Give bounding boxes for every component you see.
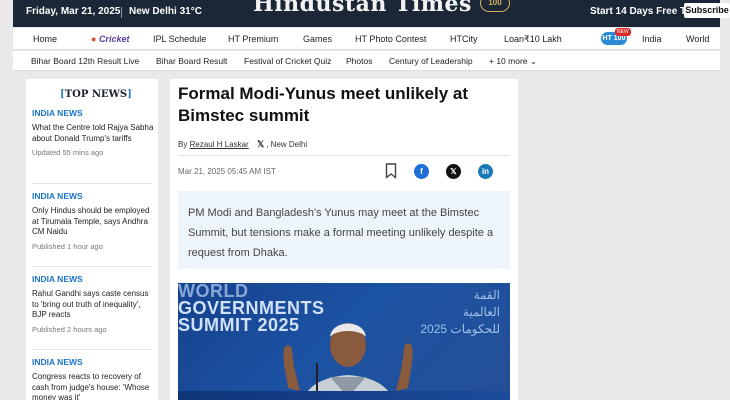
current-date: Friday, Mar 21, 2025	[26, 6, 121, 17]
subnav-item-bihar-result[interactable]: Bihar Board Result	[156, 56, 227, 66]
cricket-logo-icon: ●	[91, 34, 99, 44]
site-logo[interactable]: Hindustan Times	[253, 0, 472, 17]
subnav-item-century-leadership[interactable]: Century of Leadership	[389, 56, 473, 66]
nav-item-ht-premium[interactable]: HT Premium	[228, 34, 278, 44]
weather-readout: New Delhi 31°C	[129, 6, 202, 17]
nav-item-htcity[interactable]: HTCity	[450, 34, 478, 44]
news-category[interactable]: INDIA NEWS	[32, 191, 154, 201]
news-timestamp: Updated 55 mins ago	[32, 148, 104, 157]
news-timestamp: Published 1 hour ago	[32, 241, 103, 251]
facebook-share-icon[interactable]: f	[414, 164, 429, 179]
news-timestamp: Published 2 hours ago	[32, 324, 107, 334]
top-news-heading-text: TOP NEWS	[64, 89, 128, 100]
photo-arabic-text: القمة العالمية 2025 للحكومات	[420, 287, 500, 338]
news-headline[interactable]: Rahul Gandhi says caste census to 'bring…	[32, 289, 154, 321]
divider	[32, 349, 152, 350]
top-news-heading: [TOP NEWS]	[60, 89, 132, 100]
photo-stage	[178, 391, 510, 400]
divider	[121, 7, 122, 18]
nav-item-games[interactable]: Games	[303, 34, 332, 44]
news-headline[interactable]: Congress reacts to recovery of cash from…	[32, 372, 154, 400]
more-label: + 10 more	[489, 56, 528, 66]
subnav-item-photos[interactable]: Photos	[346, 56, 372, 66]
bookmark-icon[interactable]	[385, 163, 397, 179]
list-item[interactable]: INDIA NEWS Rahul Gandhi says caste censu…	[32, 274, 154, 334]
divider	[32, 266, 152, 267]
photo-arabic-line: 2025 للحكومات	[420, 322, 500, 336]
top-news-panel: [TOP NEWS] INDIA NEWS What the Centre to…	[26, 79, 158, 400]
article-title: Formal Modi-Yunus meet unlikely at Bimst…	[178, 84, 468, 125]
news-headline[interactable]: What the Centre told Rajya Sabha about D…	[32, 123, 154, 144]
sub-nav: Bihar Board 12th Result Live Bihar Board…	[13, 51, 720, 71]
nav-item-cricket-label: Cricket	[98, 34, 130, 44]
by-label: By	[178, 140, 188, 149]
new-badge: NEW	[615, 28, 631, 36]
article-summary: PM Modi and Bangladesh's Yunus may meet …	[178, 191, 510, 269]
list-item[interactable]: INDIA NEWS What the Centre told Rajya Sa…	[32, 108, 154, 157]
divider	[178, 155, 510, 156]
nav-item-cricket[interactable]: ● Cricket	[91, 34, 129, 44]
news-category[interactable]: INDIA NEWS	[32, 274, 154, 284]
news-headline[interactable]: Only Hindus should be employed at Tiruma…	[32, 206, 154, 238]
x-share-icon[interactable]: 𝕏	[446, 164, 461, 179]
subnav-item-bihar-12th-live[interactable]: Bihar Board 12th Result Live	[31, 56, 139, 66]
divider	[32, 183, 152, 184]
article-photo: WORLD GOVERNMENTS SUMMIT 2025 القمة العا…	[178, 283, 510, 400]
subnav-item-cricket-quiz[interactable]: Festival of Cricket Quiz	[244, 56, 331, 66]
nav-item-loan[interactable]: Loan₹10 Lakh	[504, 34, 562, 45]
logo-anniversary-badge: 100	[480, 0, 510, 12]
main-nav: Home ● Cricket IPL Schedule HT Premium G…	[13, 28, 720, 50]
x-icon[interactable]: 𝕏	[257, 139, 264, 150]
photo-arabic-line: العالمية	[462, 305, 500, 319]
subscribe-button[interactable]: Subscribe	[684, 3, 730, 18]
byline: By Rezaul H Laskar 𝕏, New Delhi	[178, 139, 307, 150]
nav-item-home[interactable]: Home	[33, 34, 57, 44]
top-bar: Friday, Mar 21, 2025 New Delhi 31°C Hind…	[13, 0, 730, 27]
photo-arabic-line: القمة	[473, 288, 500, 302]
nav-item-ipl-schedule[interactable]: IPL Schedule	[153, 34, 206, 44]
linkedin-share-icon[interactable]: in	[478, 164, 493, 179]
subnav-more-button[interactable]: + 10 more ⌄	[489, 56, 537, 67]
article-datetime: Mar 21, 2025 05:45 AM IST	[178, 167, 276, 176]
speaker-figure	[283, 323, 413, 400]
author-link[interactable]: Rezaul H Laskar	[190, 140, 249, 149]
news-category[interactable]: INDIA NEWS	[32, 108, 154, 118]
list-item[interactable]: INDIA NEWS Only Hindus should be employe…	[32, 191, 154, 251]
article-card: Formal Modi-Yunus meet unlikely at Bimst…	[170, 79, 518, 400]
chevron-down-icon: ⌄	[529, 56, 538, 66]
nav-item-ht-photo-contest[interactable]: HT Photo Contest	[355, 34, 426, 44]
news-category[interactable]: INDIA NEWS	[32, 357, 154, 367]
nav-item-india[interactable]: India	[642, 34, 662, 44]
byline-location: , New Delhi	[266, 140, 308, 149]
nav-item-world[interactable]: World	[686, 34, 709, 44]
list-item[interactable]: INDIA NEWS Congress reacts to recovery o…	[32, 357, 154, 400]
